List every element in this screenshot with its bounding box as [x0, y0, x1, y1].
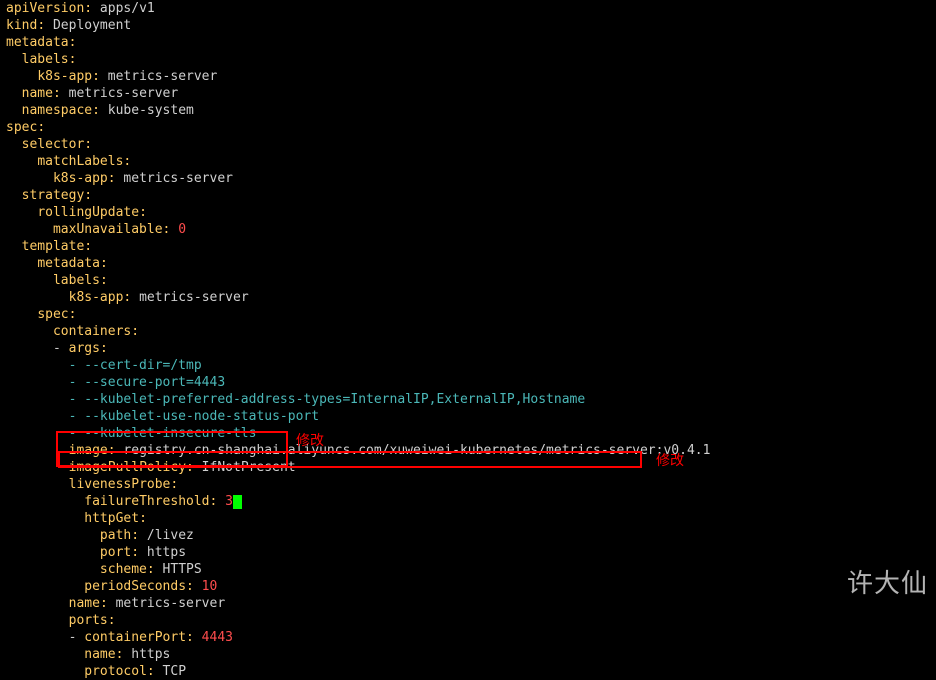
code-line: port: https — [6, 544, 930, 561]
code-line: - --kubelet-use-node-status-port — [6, 408, 930, 425]
code-line: ports: — [6, 612, 930, 629]
code-line: metadata: — [6, 255, 930, 272]
code-line: spec: — [6, 119, 930, 136]
annotation-label: 修改 — [296, 432, 324, 449]
code-line: apiVersion: apps/v1 — [6, 0, 930, 17]
code-line: name: https — [6, 646, 930, 663]
code-line: - --kubelet-preferred-address-types=Inte… — [6, 391, 930, 408]
code-line: matchLabels: — [6, 153, 930, 170]
code-line: - args: — [6, 340, 930, 357]
code-line: failureThreshold: 3 — [6, 493, 930, 510]
code-line: k8s-app: metrics-server — [6, 170, 930, 187]
code-line: labels: — [6, 272, 930, 289]
code-line: protocol: TCP — [6, 663, 930, 680]
code-line: maxUnavailable: 0 — [6, 221, 930, 238]
code-line: name: metrics-server — [6, 595, 930, 612]
code-line: periodSeconds: 10 — [6, 578, 930, 595]
code-line: - --kubelet-insecure-tls — [6, 425, 930, 442]
code-line: spec: — [6, 306, 930, 323]
code-line: livenessProbe: — [6, 476, 930, 493]
code-line: scheme: HTTPS — [6, 561, 930, 578]
watermark: 许大仙 — [847, 575, 928, 592]
code-line: labels: — [6, 51, 930, 68]
code-line: metadata: — [6, 34, 930, 51]
code-line: - --secure-port=4443 — [6, 374, 930, 391]
code-line: k8s-app: metrics-server — [6, 289, 930, 306]
code-line: name: metrics-server — [6, 85, 930, 102]
code-line: template: — [6, 238, 930, 255]
cursor — [233, 495, 242, 509]
code-line: - containerPort: 4443 — [6, 629, 930, 646]
code-line: namespace: kube-system — [6, 102, 930, 119]
code-line: imagePullPolicy: IfNotPresent — [6, 459, 930, 476]
code-line: rollingUpdate: — [6, 204, 930, 221]
code-line: k8s-app: metrics-server — [6, 68, 930, 85]
code-line: kind: Deployment — [6, 17, 930, 34]
code-line: selector: — [6, 136, 930, 153]
code-line: image: registry.cn-shanghai.aliyuncs.com… — [6, 442, 930, 459]
code-line: - --cert-dir=/tmp — [6, 357, 930, 374]
annotation-label: 修改 — [656, 452, 684, 469]
code-line: path: /livez — [6, 527, 930, 544]
code-line: httpGet: — [6, 510, 930, 527]
code-line: strategy: — [6, 187, 930, 204]
code-line: containers: — [6, 323, 930, 340]
terminal-editor[interactable]: apiVersion: apps/v1 kind: Deployment met… — [6, 0, 930, 680]
